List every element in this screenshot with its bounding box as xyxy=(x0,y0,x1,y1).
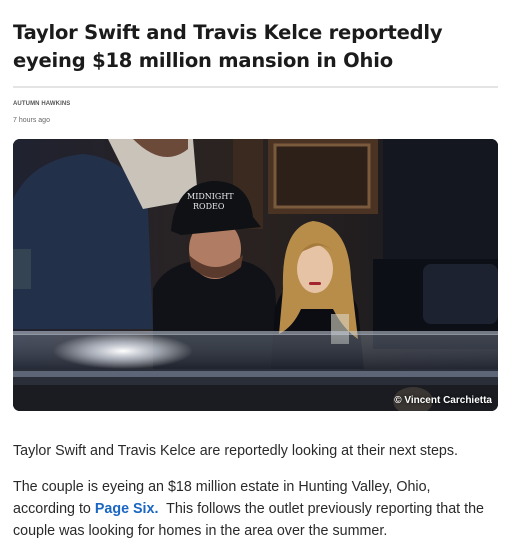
cap-text-line1: MIDNIGHT xyxy=(187,192,234,201)
article-headline: Taylor Swift and Travis Kelce reportedly… xyxy=(13,21,443,72)
page-six-link[interactable]: Page Six. xyxy=(95,501,159,517)
article-page: Taylor Swift and Travis Kelce reportedly… xyxy=(0,0,507,553)
cap-text-line2: RODEO xyxy=(193,202,225,211)
article-photo[interactable]: MIDNIGHT RODEO © Vincent Carchietta xyxy=(13,139,498,411)
paragraph-2: The couple is eyeing an $18 million esta… xyxy=(13,476,495,542)
photo-illustration: MIDNIGHT RODEO xyxy=(13,139,498,411)
author-name[interactable]: AUTUMN HAWKINS xyxy=(13,101,70,107)
timestamp: 7 hours ago xyxy=(13,117,50,124)
photo-credit: © Vincent Carchietta xyxy=(394,395,492,406)
paragraph-1: Taylor Swift and Travis Kelce are report… xyxy=(13,443,459,459)
divider xyxy=(13,86,498,88)
